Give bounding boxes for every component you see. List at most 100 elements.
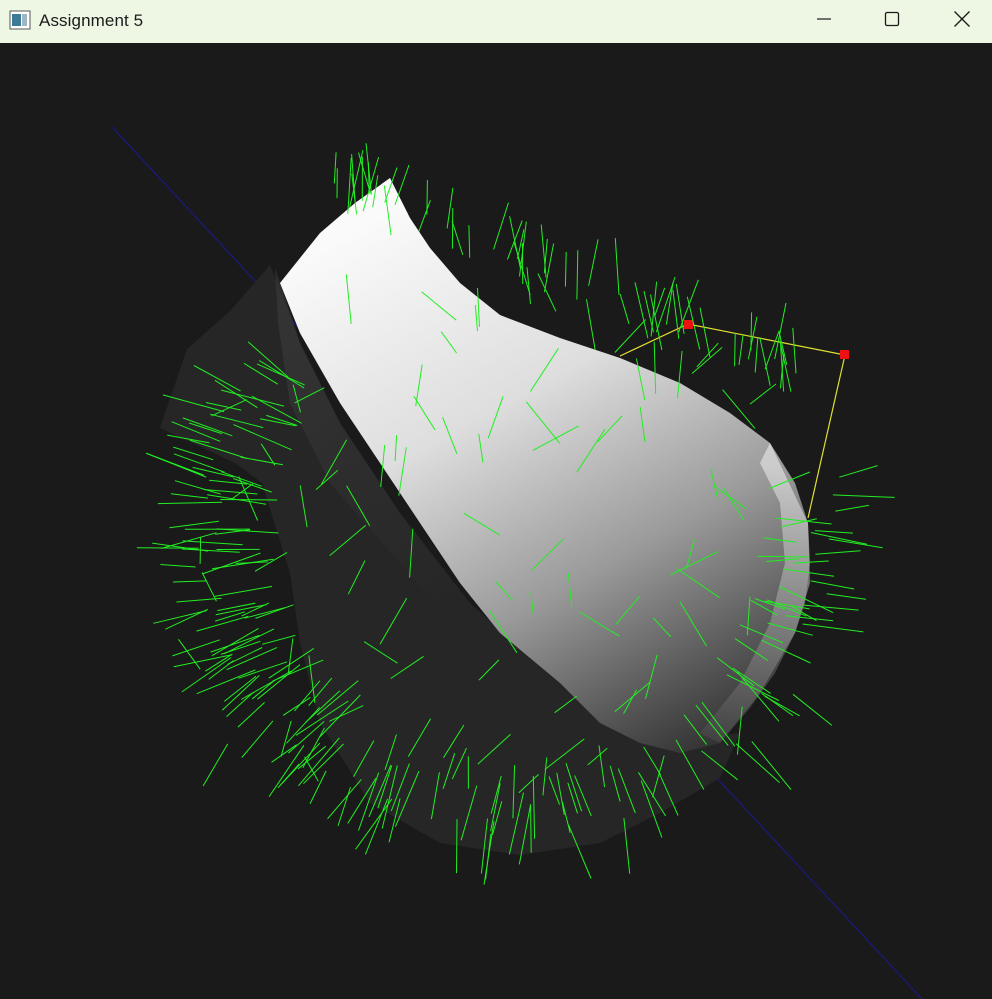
normal-vector — [182, 540, 243, 546]
normal-vector — [456, 819, 458, 874]
normal-vector — [211, 627, 259, 657]
render-viewport[interactable] — [0, 43, 992, 999]
normal-vector — [298, 737, 340, 787]
normal-vector — [287, 721, 325, 754]
normal-vector — [619, 293, 630, 324]
normal-vector — [564, 251, 567, 287]
normal-vector — [196, 669, 256, 695]
normal-vector — [286, 706, 321, 744]
close-button[interactable] — [930, 0, 992, 43]
normal-vector — [214, 585, 273, 597]
normal-vector — [153, 610, 207, 624]
normal-vector — [333, 152, 337, 184]
normal-vector — [761, 692, 794, 717]
normal-vector — [418, 200, 431, 232]
normal-vector — [169, 520, 219, 529]
normal-vector — [828, 538, 883, 549]
maximize-icon — [884, 11, 900, 32]
normal-vector — [764, 330, 780, 370]
scene-canvas[interactable] — [0, 43, 992, 999]
normal-vector — [202, 552, 261, 575]
normal-vector — [832, 494, 895, 498]
normal-vector — [759, 336, 771, 386]
normal-vector — [493, 202, 509, 250]
normal-vector — [810, 580, 855, 590]
normal-vector — [160, 532, 217, 549]
normal-vector — [268, 745, 305, 797]
normal-vector — [192, 466, 234, 478]
normal-vector — [774, 302, 787, 360]
maximize-button[interactable] — [860, 0, 924, 43]
close-icon — [953, 10, 971, 33]
normal-vector — [237, 702, 265, 728]
normal-vector — [826, 593, 866, 600]
normal-vector — [792, 327, 797, 374]
normal-vector — [738, 335, 744, 365]
normal-vector — [173, 654, 233, 668]
normal-vector — [215, 611, 246, 622]
normal-vector — [747, 316, 758, 360]
normal-vector — [364, 798, 389, 855]
normal-vector — [337, 786, 351, 827]
application-window: Assignment 5 — [0, 0, 992, 999]
normal-vector — [261, 634, 296, 645]
normal-vector — [174, 480, 221, 495]
normal-vector — [634, 282, 649, 339]
normal-vector — [468, 225, 471, 258]
normal-vector — [347, 157, 352, 214]
app-window-icon — [9, 10, 31, 30]
normal-vector — [754, 337, 759, 373]
normal-vector — [287, 638, 294, 673]
normal-vector — [238, 476, 259, 521]
control-point[interactable] — [840, 350, 849, 359]
normal-vector — [509, 216, 522, 270]
normal-vector — [304, 756, 319, 782]
normal-vector — [691, 347, 723, 374]
normal-vector — [530, 805, 532, 853]
normal-vector — [160, 564, 196, 568]
normal-vector — [751, 741, 792, 791]
normal-vector — [172, 639, 220, 657]
normal-vector — [810, 532, 868, 545]
normal-vector — [757, 555, 810, 558]
normal-vector — [238, 661, 288, 679]
normal-vector — [665, 281, 674, 325]
normal-vector — [802, 623, 864, 633]
normal-vector — [244, 607, 285, 619]
normal-vector — [588, 239, 599, 286]
title-bar[interactable]: Assignment 5 — [0, 0, 992, 43]
normal-vector — [157, 501, 223, 505]
normal-vector — [170, 493, 208, 499]
normal-vector — [815, 530, 853, 534]
normal-vector — [241, 720, 274, 758]
normal-vector — [202, 743, 229, 787]
normal-vector — [282, 696, 311, 716]
normal-vector — [749, 383, 777, 405]
normal-vector — [586, 299, 596, 351]
normal-vector — [327, 779, 362, 820]
normal-vector — [201, 572, 217, 602]
normal-vector — [835, 504, 869, 512]
normal-vector — [815, 550, 861, 555]
normal-vector — [802, 604, 859, 611]
normal-vector — [217, 602, 256, 612]
minimize-icon — [816, 11, 832, 32]
normal-vector — [792, 693, 833, 726]
normal-vector — [614, 238, 620, 295]
normal-vector — [224, 628, 275, 655]
normal-vector — [699, 307, 711, 358]
control-point[interactable] — [684, 320, 693, 329]
normal-vector — [734, 332, 736, 367]
normal-vector — [839, 465, 878, 478]
normal-vector — [181, 657, 232, 693]
normal-vector — [199, 537, 202, 564]
normal-vector — [576, 250, 579, 300]
normal-vector — [145, 452, 207, 478]
normal-vector — [226, 647, 278, 671]
normal-vector — [212, 558, 274, 570]
normal-vector — [172, 580, 207, 583]
normal-vector — [309, 770, 327, 805]
normal-vector — [451, 220, 464, 256]
minimize-button[interactable] — [792, 0, 856, 43]
window-title: Assignment 5 — [39, 11, 144, 30]
